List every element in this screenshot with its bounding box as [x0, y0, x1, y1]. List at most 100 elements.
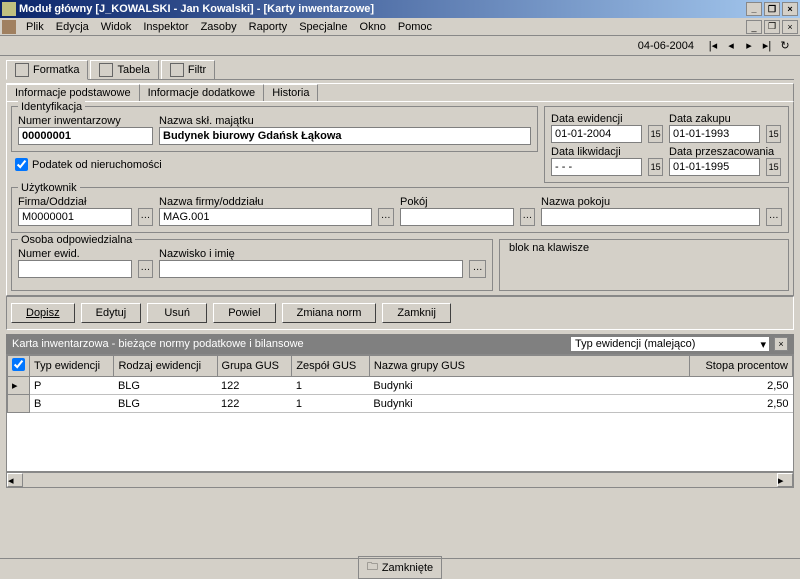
nav-first-icon[interactable]: |◂: [705, 39, 721, 53]
table-row[interactable]: ▸ P BLG 122 1 Budynki 2,50: [8, 377, 793, 395]
numer-ewid-input[interactable]: [18, 260, 132, 278]
uzytkownik-group: Użytkownik Firma/Oddział … Nazwa firmy/o…: [11, 187, 789, 233]
uzytkownik-legend: Użytkownik: [18, 182, 80, 194]
lookup-button[interactable]: …: [766, 208, 782, 226]
row-selector-header[interactable]: [8, 356, 30, 377]
statusbar: 🗀 Zamknięte: [0, 558, 800, 576]
table-icon: [99, 63, 113, 77]
usun-button[interactable]: Usuń: [147, 303, 207, 323]
data-zakupu-label: Data zakupu: [669, 113, 781, 125]
powiel-button[interactable]: Powiel: [213, 303, 275, 323]
osoba-group: Osoba odpowiedzialna Numer ewid. … Nazwi…: [11, 239, 493, 291]
data-likwidacji-label: Data likwidacji: [551, 146, 663, 158]
data-zakupu-input[interactable]: [669, 125, 760, 143]
data-ewidencji-label: Data ewidencji: [551, 113, 663, 125]
filter-icon: [170, 63, 184, 77]
scroll-right-icon[interactable]: ▸: [777, 473, 793, 487]
scroll-left-icon[interactable]: ◂: [7, 473, 23, 487]
menu-pomoc[interactable]: Pomoc: [392, 21, 438, 33]
minimize-button[interactable]: _: [746, 2, 762, 16]
sort-dropdown[interactable]: Typ ewidencji (malejąco): [570, 336, 770, 352]
data-ewidencji-input[interactable]: [551, 125, 642, 143]
blok-group: blok na klawisze: [499, 239, 789, 291]
nazwa-pokoju-input[interactable]: [541, 208, 760, 226]
calendar-icon[interactable]: 15: [648, 125, 663, 143]
calendar-icon[interactable]: 15: [648, 158, 663, 176]
menu-raporty[interactable]: Raporty: [243, 21, 294, 33]
menu-plik[interactable]: Plik: [20, 21, 50, 33]
lookup-button[interactable]: …: [138, 208, 153, 226]
nazwa-input[interactable]: [159, 127, 531, 145]
edytuj-button[interactable]: Edytuj: [81, 303, 142, 323]
view-tabs: Formatka Tabela Filtr: [6, 60, 794, 80]
nav-prev-icon[interactable]: ◂: [723, 39, 739, 53]
status-icon: 🗀: [367, 558, 378, 577]
osoba-legend: Osoba odpowiedzialna: [18, 234, 135, 246]
nav-toolbar: 04-06-2004 |◂ ◂ ▸ ▸| ↻: [0, 36, 800, 56]
lookup-button[interactable]: …: [378, 208, 394, 226]
nazwa-pokoju-label: Nazwa pokoju: [541, 196, 782, 208]
blok-label: blok na klawisze: [506, 242, 592, 254]
menu-okno[interactable]: Okno: [354, 21, 392, 33]
nazwisko-input[interactable]: [159, 260, 463, 278]
menu-widok[interactable]: Widok: [95, 21, 138, 33]
mdi-restore-button[interactable]: ❐: [764, 20, 780, 34]
podatek-checkbox[interactable]: [15, 158, 28, 171]
numer-input[interactable]: [18, 127, 153, 145]
data-grid[interactable]: Typ ewidencji Rodzaj ewidencji Grupa GUS…: [6, 354, 794, 472]
tab-tabela[interactable]: Tabela: [90, 60, 158, 79]
nazwa-firmy-input[interactable]: [159, 208, 372, 226]
horizontal-scrollbar[interactable]: ◂ ▸: [6, 472, 794, 488]
nav-refresh-icon[interactable]: ↻: [777, 39, 793, 53]
mdi-close-button[interactable]: ×: [782, 20, 798, 34]
pokoj-input[interactable]: [400, 208, 514, 226]
dates-group: Data ewidencji 15 Data zakupu 15 Data li…: [544, 106, 789, 183]
calendar-icon[interactable]: 15: [766, 125, 781, 143]
info-tabs: Informacje podstawowe Informacje dodatko…: [6, 83, 794, 101]
col-nazwa[interactable]: Nazwa grupy GUS: [369, 356, 689, 377]
grid-title-text: Karta inwentarzowa - bieżące normy podat…: [12, 338, 304, 350]
restore-button[interactable]: ❐: [764, 2, 780, 16]
menu-specjalne[interactable]: Specjalne: [293, 21, 353, 33]
menu-edycja[interactable]: Edycja: [50, 21, 95, 33]
action-buttons: Dopisz Edytuj Usuń Powiel Zmiana norm Za…: [6, 296, 794, 330]
tab-info-dodatkowe[interactable]: Informacje dodatkowe: [140, 84, 265, 101]
menu-inspektor[interactable]: Inspektor: [137, 21, 194, 33]
grid-close-button[interactable]: ×: [774, 337, 788, 351]
nav-next-icon[interactable]: ▸: [741, 39, 757, 53]
pokoj-label: Pokój: [400, 196, 535, 208]
data-likwidacji-input[interactable]: [551, 158, 642, 176]
close-button-mdi[interactable]: ×: [782, 2, 798, 16]
tab-formatka[interactable]: Formatka: [6, 60, 88, 80]
tab-historia[interactable]: Historia: [264, 84, 318, 101]
app-icon: [2, 2, 16, 16]
mdi-minimize-button[interactable]: _: [746, 20, 762, 34]
dopisz-button[interactable]: Dopisz: [11, 303, 75, 323]
data-przeszacowania-input[interactable]: [669, 158, 760, 176]
menubar: Plik Edycja Widok Inspektor Zasoby Rapor…: [0, 18, 800, 36]
podatek-label: Podatek od nieruchomości: [32, 159, 162, 171]
firma-input[interactable]: [18, 208, 132, 226]
zmiana-norm-button[interactable]: Zmiana norm: [282, 303, 377, 323]
col-grupa[interactable]: Grupa GUS: [217, 356, 292, 377]
tab-filtr[interactable]: Filtr: [161, 60, 215, 79]
table-row[interactable]: B BLG 122 1 Budynki 2,50: [8, 395, 793, 413]
nazwa-label: Nazwa skł. majątku: [159, 115, 531, 127]
numer-ewid-label: Numer ewid.: [18, 248, 153, 260]
col-rodzaj[interactable]: Rodzaj ewidencji: [114, 356, 217, 377]
lookup-button[interactable]: …: [138, 260, 153, 278]
calendar-icon[interactable]: 15: [766, 158, 781, 176]
current-date: 04-06-2004: [638, 40, 694, 52]
col-stopa[interactable]: Stopa procentow: [689, 356, 792, 377]
nav-last-icon[interactable]: ▸|: [759, 39, 775, 53]
col-zespol[interactable]: Zespół GUS: [292, 356, 370, 377]
menu-zasoby[interactable]: Zasoby: [195, 21, 243, 33]
lookup-button[interactable]: …: [469, 260, 486, 278]
nazwisko-label: Nazwisko i imię: [159, 248, 486, 260]
window-title: Moduł główny [J_KOWALSKI - Jan Kowalski]…: [19, 3, 374, 15]
lookup-button[interactable]: …: [520, 208, 535, 226]
identyfikacja-group: Identyfikacja Numer inwentarzowy Nazwa s…: [11, 106, 538, 152]
col-typ[interactable]: Typ ewidencji: [30, 356, 114, 377]
zamknij-button[interactable]: Zamknij: [382, 303, 451, 323]
tab-info-podstawowe[interactable]: Informacje podstawowe: [7, 84, 140, 101]
